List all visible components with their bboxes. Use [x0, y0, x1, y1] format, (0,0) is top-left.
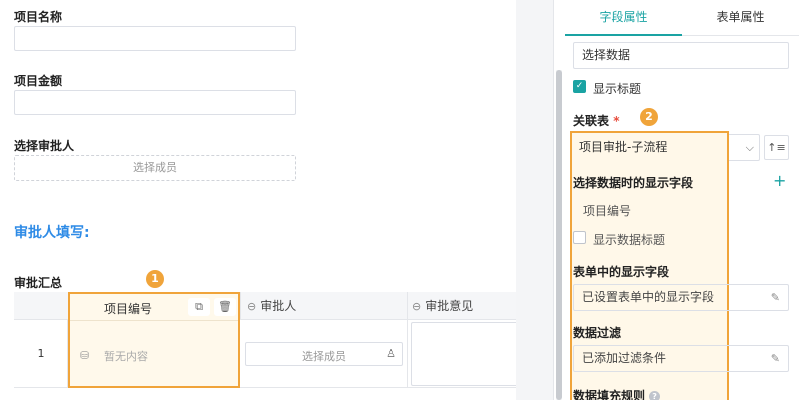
approver-select[interactable]: 选择成员 [14, 155, 296, 181]
section-title: 审批人填写: [14, 225, 90, 241]
show-title-checkbox[interactable]: ✓ [573, 80, 586, 93]
selected-column-project-number[interactable]: 项目编号 ⧉ 🗑 ⛁ 暂无内容 [68, 292, 240, 388]
form-canvas: 项目名称 项目金额 选择审批人 选择成员 审批人填写: 审批汇总 ⊖ 审批人 ⊖ 审… [0, 0, 516, 400]
link-icon: ⊖ [412, 300, 422, 313]
selected-column-header [70, 294, 238, 321]
opinion-textarea[interactable] [411, 322, 516, 386]
relation-select-value: 项目审批-子流程 [579, 140, 668, 154]
project-amount-input[interactable] [14, 90, 296, 115]
form-display-fields-value: 已设置表单中的显示字段 [582, 290, 715, 304]
data-filter-value: 已添加过滤条件 [582, 351, 667, 365]
approver-label: 选择审批人 [14, 139, 75, 153]
app-root: 项目名称 项目金额 选择审批人 选择成员 审批人填写: 审批汇总 ⊖ 审批人 ⊖ 审… [0, 0, 799, 400]
add-icon[interactable]: + [773, 171, 786, 190]
summary-label: 审批汇总 [14, 276, 63, 290]
fill-rule-label-text: 数据填充规则 [573, 389, 646, 400]
user-icon: ♙ [386, 347, 396, 360]
display-fields-label: 选择数据时的显示字段 [573, 176, 694, 190]
project-amount-label: 项目金额 [14, 74, 63, 88]
database-icon: ⛁ [80, 349, 90, 362]
edit-icon[interactable]: ✎ [771, 285, 780, 310]
edit-icon[interactable]: ✎ [771, 346, 780, 371]
required-mark: * [613, 114, 620, 128]
column-header-label: 审批意见 [425, 299, 474, 313]
column-header-label: 审批人 [260, 299, 297, 313]
display-field-item[interactable]: 项目编号 [583, 202, 631, 219]
panel-tabs: 字段属性 表单属性 [565, 0, 799, 36]
column-header-opinion[interactable]: ⊖ 审批意见 [408, 292, 516, 320]
relation-label: 关联表 * [573, 112, 619, 129]
column-header-label: 项目编号 [104, 302, 153, 316]
trash-icon[interactable]: 🗑 [214, 298, 236, 316]
step-badge-2: 2 [640, 108, 658, 126]
show-data-title-checkbox[interactable] [573, 231, 586, 244]
data-filter-label: 数据过滤 [573, 326, 622, 340]
panel-scrollbar[interactable] [556, 70, 562, 400]
form-display-fields-label: 表单中的显示字段 [573, 265, 670, 279]
scrollbar-thumb[interactable] [556, 70, 562, 400]
column-header-approver[interactable]: ⊖ 审批人 [240, 292, 408, 320]
empty-placeholder: 暂无内容 [104, 350, 148, 363]
help-icon[interactable]: ? [649, 391, 661, 400]
field-title-input[interactable]: 选择数据 [573, 42, 789, 69]
canvas-gutter [516, 0, 553, 400]
row-number-header [14, 292, 68, 320]
relation-label-text: 关联表 [573, 114, 610, 128]
step-badge-1: 1 [146, 270, 164, 288]
link-icon: ⊖ [247, 300, 257, 313]
row-approver-select[interactable]: 选择成员 ♙ [245, 342, 403, 366]
show-title-label: 显示标题 [593, 82, 642, 96]
copy-icon[interactable]: ⧉ [188, 298, 210, 316]
show-data-title-label: 显示数据标题 [593, 233, 666, 247]
project-name-input[interactable] [14, 26, 296, 51]
member-placeholder: 选择成员 [302, 350, 346, 363]
row-number: 1 [37, 347, 45, 360]
relation-select-tail[interactable] [729, 134, 760, 161]
tab-field-properties[interactable]: 字段属性 [565, 0, 682, 36]
project-name-label: 项目名称 [14, 10, 63, 24]
fill-rule-label: 数据填充规则? [573, 387, 661, 400]
data-filter-box[interactable]: 已添加过滤条件 ✎ [573, 345, 789, 372]
tab-form-properties[interactable]: 表单属性 [682, 0, 799, 36]
form-display-fields-box[interactable]: 已设置表单中的显示字段 ✎ [573, 284, 789, 311]
sort-icon[interactable]: ↑≡ [764, 135, 789, 160]
